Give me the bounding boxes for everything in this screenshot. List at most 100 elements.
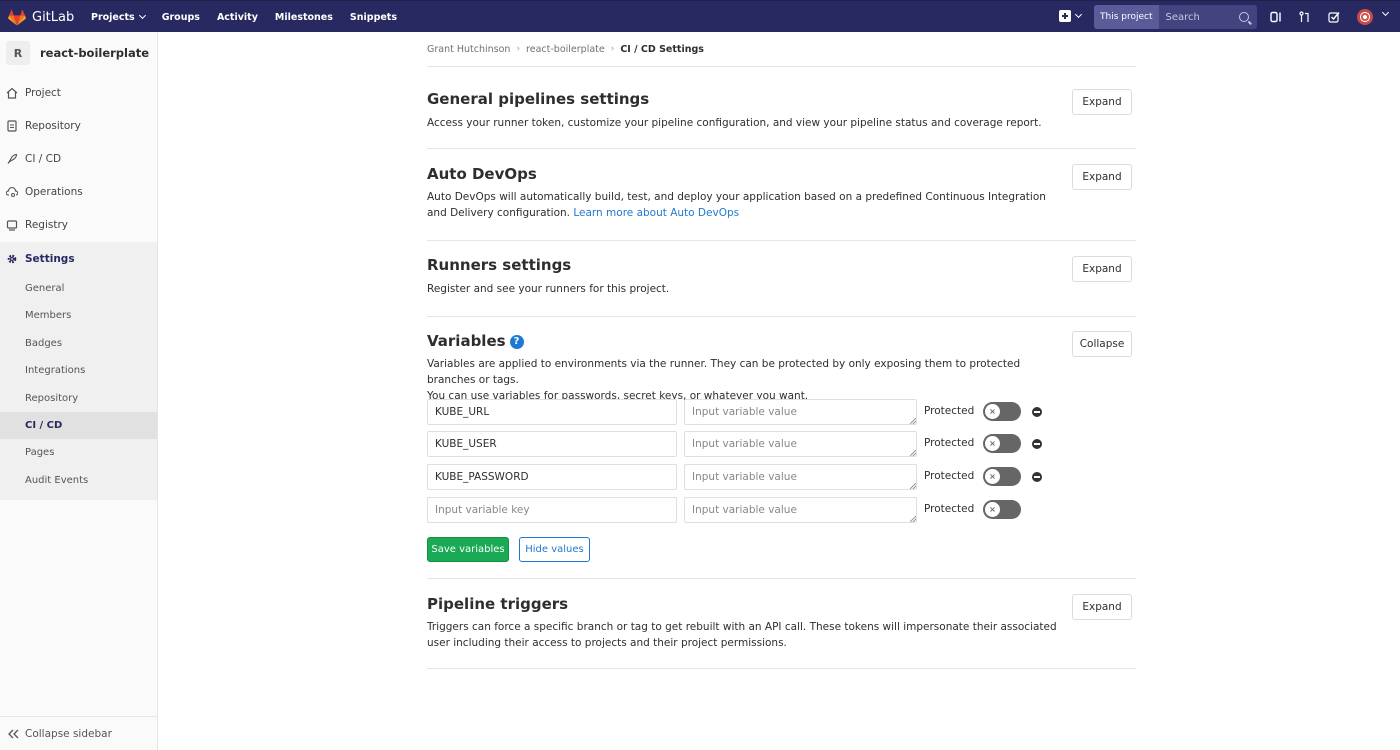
sidebar-item-label: CI / CD (25, 152, 62, 165)
x-icon: × (985, 469, 1000, 484)
question-circle-icon[interactable]: ? (509, 334, 524, 349)
section-title: Pipeline triggers (427, 595, 569, 613)
save-variables-button[interactable]: Save variables (427, 537, 509, 562)
user-avatar[interactable] (1357, 9, 1373, 25)
plus-square-icon (1059, 10, 1071, 22)
protected-label: Protected (924, 437, 975, 449)
nav-projects-label: Projects (91, 11, 135, 23)
section-title: General pipelines settings (427, 90, 650, 108)
search-scope-badge[interactable]: This project (1094, 5, 1159, 29)
sidebar-subitem-integrations[interactable]: Integrations (0, 357, 157, 384)
sidebar-project-header[interactable]: R react-boilerplate (0, 32, 157, 74)
variable-row: KUBE_URL Input variable value Protected … (427, 399, 1067, 425)
variable-key-input[interactable]: KUBE_URL (427, 399, 677, 425)
sidebar-subitem-cicd[interactable]: CI / CD (0, 412, 157, 439)
variable-value-input[interactable]: Input variable value (684, 497, 917, 523)
variable-key-input[interactable]: KUBE_USER (427, 431, 677, 457)
sidebar-item-operations[interactable]: Operations (0, 175, 157, 208)
sidebar-subitem-audit-events[interactable]: Audit Events (0, 467, 157, 494)
sidebar-subitem-members[interactable]: Members (0, 302, 157, 329)
gear-icon (6, 253, 18, 265)
collapse-sidebar-label: Collapse sidebar (25, 727, 112, 740)
expand-button[interactable]: Expand (1072, 89, 1132, 115)
nav-activity[interactable]: Activity (217, 12, 258, 23)
collapse-sidebar-button[interactable]: Collapse sidebar (0, 716, 157, 750)
nav-projects[interactable]: Projects (91, 11, 146, 23)
learn-more-link[interactable]: Learn more about Auto DevOps (573, 207, 739, 219)
variable-key-input[interactable]: KUBE_PASSWORD (427, 464, 677, 490)
variable-key-input[interactable]: Input variable key (427, 497, 677, 523)
description-line: Variables are applied to environments vi… (427, 358, 1021, 386)
nav-milestones[interactable]: Milestones (275, 12, 333, 23)
search-input[interactable]: Search (1166, 12, 1240, 23)
variable-value-input[interactable]: Input variable value (684, 399, 917, 425)
section-description: Triggers can force a specific branch or … (427, 621, 1057, 649)
protected-toggle[interactable]: × (983, 402, 1021, 421)
section-runners: Runners settings Register and see your r… (427, 241, 1136, 317)
resize-handle-icon[interactable] (910, 450, 916, 456)
remove-variable-button[interactable] (1032, 407, 1042, 417)
issues-icon[interactable] (1270, 11, 1282, 23)
cloud-gear-icon (6, 186, 18, 198)
expand-button[interactable]: Expand (1072, 256, 1132, 282)
sidebar-item-registry[interactable]: Registry (0, 208, 157, 241)
protected-toggle[interactable]: × (983, 500, 1021, 519)
breadcrumb: Grant Hutchinson › react-boilerplate › C… (427, 32, 1136, 67)
x-icon: × (985, 502, 1000, 517)
variables-title: Variables (427, 332, 506, 350)
sidebar-item-project[interactable]: Project (0, 76, 157, 109)
chevron-down-icon (1074, 10, 1083, 19)
breadcrumb-current[interactable]: CI / CD Settings (620, 44, 704, 55)
section-description: Variables are applied to environments vi… (427, 356, 1067, 404)
resize-handle-icon[interactable] (910, 483, 916, 489)
rocket-icon (6, 153, 18, 165)
protected-toggle[interactable]: × (983, 467, 1021, 486)
sidebar-item-label: Project (25, 86, 61, 99)
section-auto-devops: Auto DevOps Auto DevOps will automatical… (427, 149, 1136, 241)
variable-row: Input variable key Input variable value … (427, 497, 1067, 523)
gitlab-logo[interactable]: GitLab (8, 7, 74, 27)
sidebar-subitem-pages[interactable]: Pages (0, 439, 157, 466)
sidebar-item-label: Settings (25, 252, 75, 265)
sidebar-subitem-repository[interactable]: Repository (0, 385, 157, 412)
sidebar-item-label: Registry (25, 218, 68, 231)
resize-handle-icon[interactable] (910, 516, 916, 522)
expand-button[interactable]: Expand (1072, 594, 1132, 620)
section-description: Auto DevOps will automatically build, te… (427, 189, 1047, 221)
x-icon: × (985, 404, 1000, 419)
sidebar-item-cicd[interactable]: CI / CD (0, 142, 157, 175)
collapse-button[interactable]: Collapse (1072, 331, 1132, 357)
nav-snippets[interactable]: Snippets (350, 12, 397, 23)
protected-toggle[interactable]: × (983, 434, 1021, 453)
expand-button[interactable]: Expand (1072, 164, 1132, 190)
sidebar-subitem-badges[interactable]: Badges (0, 330, 157, 357)
hide-values-button[interactable]: Hide values (519, 537, 590, 562)
top-navbar: GitLab Projects Groups Activity Mileston… (0, 0, 1400, 32)
merge-request-icon[interactable] (1299, 11, 1311, 23)
protected-label: Protected (924, 470, 975, 482)
section-title: Auto DevOps (427, 165, 537, 183)
sidebar-item-repository[interactable]: Repository (0, 109, 157, 142)
breadcrumb-project[interactable]: react-boilerplate (526, 44, 605, 55)
sidebar-subitem-general[interactable]: General (0, 275, 157, 302)
variable-value-input[interactable]: Input variable value (684, 464, 917, 490)
project-name: react-boilerplate (40, 46, 150, 60)
double-chevron-left-icon (8, 729, 19, 738)
nav-groups[interactable]: Groups (162, 12, 200, 23)
section-pipeline-triggers: Pipeline triggers Triggers can force a s… (427, 579, 1136, 669)
x-icon: × (985, 436, 1000, 451)
section-general-pipelines: General pipelines settings Access your r… (427, 68, 1136, 149)
remove-variable-button[interactable] (1032, 439, 1042, 449)
remove-variable-button[interactable] (1032, 472, 1042, 482)
breadcrumb-user[interactable]: Grant Hutchinson (427, 44, 510, 55)
new-dropdown-button[interactable] (1059, 10, 1083, 22)
sidebar-item-label: Repository (25, 119, 81, 132)
section-title: Runners settings (427, 256, 572, 274)
variable-value-input[interactable]: Input variable value (684, 431, 917, 457)
tanuki-icon (8, 8, 26, 25)
search-box[interactable]: This project Search (1094, 5, 1257, 29)
sidebar-item-settings[interactable]: Settings (0, 242, 157, 275)
resize-handle-icon[interactable] (910, 418, 916, 424)
chevron-down-icon[interactable] (1381, 8, 1390, 17)
todos-icon[interactable] (1328, 11, 1340, 23)
